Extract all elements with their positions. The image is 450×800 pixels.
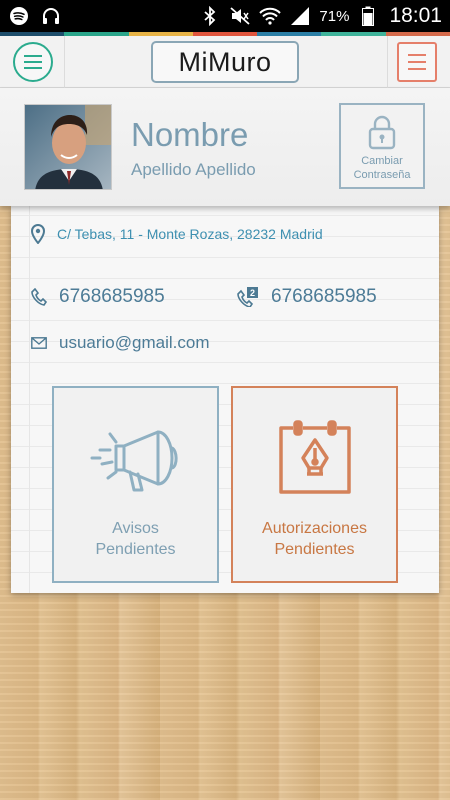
avisos-label-2: Pendientes bbox=[95, 541, 176, 558]
email-row[interactable]: usuario@gmail.com bbox=[31, 333, 209, 353]
mute-icon bbox=[229, 5, 251, 27]
clock: 18:01 bbox=[389, 4, 442, 27]
change-password-button[interactable]: Cambiar Contraseña bbox=[339, 103, 425, 189]
phone-number: 6768685985 bbox=[59, 286, 165, 307]
user-name: Nombre bbox=[131, 116, 249, 153]
menu-icon bbox=[408, 54, 426, 56]
app-header: MiMuro bbox=[0, 36, 450, 88]
profile-header: Nombre Apellido Apellido Cambiar Contras… bbox=[0, 88, 450, 206]
phone-2-row[interactable]: 2 6768685985 bbox=[237, 286, 377, 308]
phone-row[interactable]: 6768685985 bbox=[31, 286, 165, 308]
autorizaciones-pendientes-button[interactable]: Autorizaciones Pendientes bbox=[231, 386, 398, 583]
signal-icon bbox=[289, 5, 311, 27]
headphones-icon bbox=[40, 5, 62, 27]
status-bar: 71% 18:01 bbox=[0, 0, 450, 32]
phone-2-number: 6768685985 bbox=[271, 286, 377, 307]
phone-2-icon: 2 bbox=[237, 287, 258, 307]
autorizaciones-label-2: Pendientes bbox=[274, 541, 355, 558]
autorizaciones-label-1: Autorizaciones bbox=[262, 520, 367, 537]
battery-icon bbox=[357, 5, 379, 27]
address-text: C/ Tebas, 11 - Monte Rozas, 28232 Madrid bbox=[57, 226, 323, 242]
avatar[interactable] bbox=[24, 104, 112, 190]
mail-icon bbox=[31, 337, 47, 349]
lock-icon bbox=[368, 115, 396, 150]
change-password-label-2: Contraseña bbox=[353, 169, 411, 181]
divider bbox=[387, 36, 388, 88]
bluetooth-icon bbox=[199, 5, 221, 27]
phone-2-badge: 2 bbox=[250, 288, 255, 298]
location-pin-icon bbox=[31, 224, 45, 244]
battery-percent: 71% bbox=[319, 7, 350, 25]
phone-icon bbox=[31, 288, 47, 306]
contact-card: C/ Tebas, 11 - Monte Rozas, 28232 Madrid… bbox=[11, 206, 439, 593]
menu-button-left[interactable] bbox=[13, 42, 53, 82]
avisos-pendientes-button[interactable]: Avisos Pendientes bbox=[52, 386, 219, 583]
avisos-label-1: Avisos bbox=[112, 520, 159, 537]
divider bbox=[64, 36, 65, 88]
user-surname: Apellido Apellido bbox=[131, 160, 256, 179]
menu-button-right[interactable] bbox=[397, 42, 437, 82]
wifi-icon bbox=[259, 5, 282, 27]
app-title: MiMuro bbox=[151, 41, 299, 83]
address-row[interactable]: C/ Tebas, 11 - Monte Rozas, 28232 Madrid bbox=[31, 224, 323, 244]
change-password-label-1: Cambiar bbox=[361, 155, 403, 167]
megaphone-icon bbox=[90, 430, 178, 492]
spotify-icon bbox=[8, 5, 30, 27]
email-text: usuario@gmail.com bbox=[59, 333, 210, 352]
calendar-pen-icon bbox=[278, 420, 351, 494]
menu-icon bbox=[24, 55, 42, 57]
